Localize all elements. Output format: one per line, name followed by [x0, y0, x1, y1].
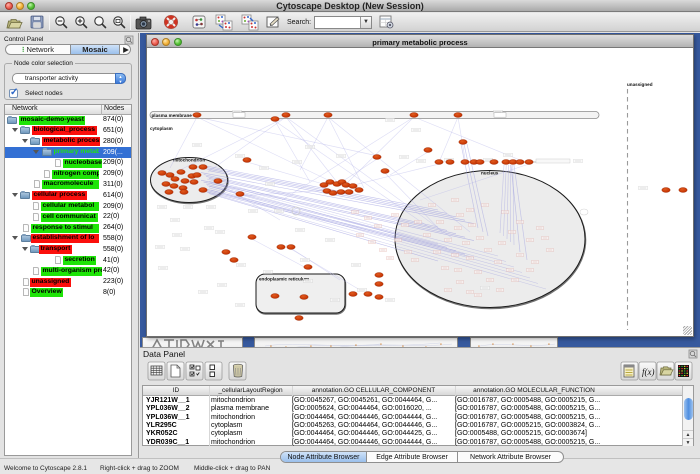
- svg-text:endoplasmic reticulum: endoplasmic reticulum: [259, 277, 309, 282]
- svg-text:cytoplasm: cytoplasm: [150, 126, 173, 131]
- svg-text:unassigned: unassigned: [627, 82, 653, 87]
- svg-text:plasma membrane: plasma membrane: [152, 113, 193, 118]
- svg-text:f(x): f(x): [642, 367, 655, 377]
